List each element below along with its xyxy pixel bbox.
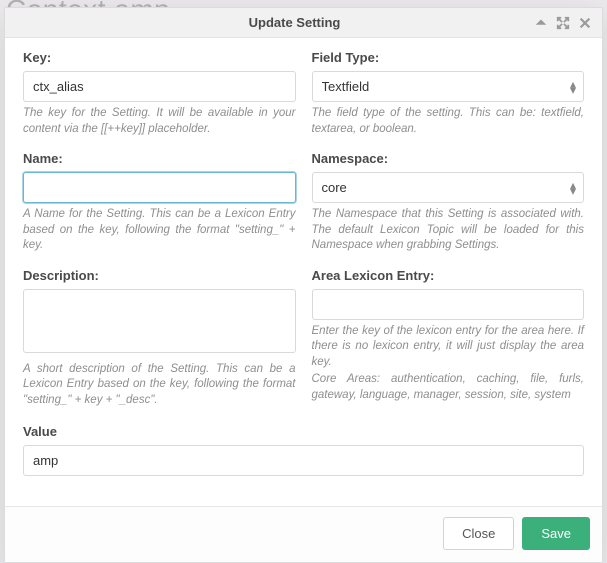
collapse-icon[interactable] xyxy=(534,16,548,30)
area-help-extra: Core Areas: authentication, caching, fil… xyxy=(312,372,585,403)
update-setting-modal: Update Setting Key: The key for the Sett… xyxy=(4,7,603,563)
description-label: Description: xyxy=(23,268,296,283)
area-input[interactable] xyxy=(312,289,585,320)
key-input[interactable] xyxy=(23,71,296,102)
close-icon[interactable] xyxy=(578,16,592,30)
field-type-help: The field type of the setting. This can … xyxy=(312,106,585,137)
area-help: Enter the key of the lexicon entry for t… xyxy=(312,324,585,371)
value-input[interactable] xyxy=(23,445,584,476)
modal-footer: Close Save xyxy=(5,506,602,562)
description-help: A short description of the Setting. This… xyxy=(23,362,296,409)
name-input[interactable] xyxy=(23,172,296,203)
key-help: The key for the Setting. It will be avai… xyxy=(23,106,296,137)
namespace-select[interactable] xyxy=(312,172,585,203)
save-button[interactable]: Save xyxy=(522,517,590,550)
namespace-help: The Namespace that this Setting is assoc… xyxy=(312,207,585,254)
close-button[interactable]: Close xyxy=(443,517,514,550)
field-type-label: Field Type: xyxy=(312,50,585,65)
name-help: A Name for the Setting. This can be a Le… xyxy=(23,207,296,254)
description-textarea[interactable] xyxy=(23,289,296,353)
namespace-label: Namespace: xyxy=(312,151,585,166)
value-label: Value xyxy=(23,424,584,439)
name-label: Name: xyxy=(23,151,296,166)
key-label: Key: xyxy=(23,50,296,65)
modal-title: Update Setting xyxy=(55,15,534,30)
modal-body: Key: The key for the Setting. It will be… xyxy=(5,38,602,506)
modal-header: Update Setting xyxy=(5,8,602,38)
area-label: Area Lexicon Entry: xyxy=(312,268,585,283)
expand-icon[interactable] xyxy=(556,16,570,30)
field-type-select[interactable] xyxy=(312,71,585,102)
